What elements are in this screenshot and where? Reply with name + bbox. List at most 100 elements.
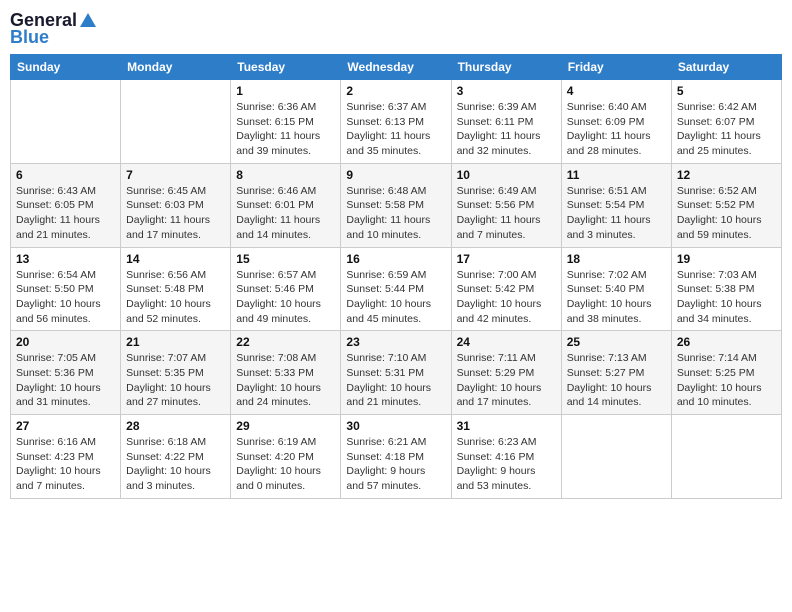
daylight-hours: Daylight: 10 hours and 24 minutes. xyxy=(236,382,321,409)
day-header-wednesday: Wednesday xyxy=(341,55,451,80)
day-info: Sunrise: 7:08 AMSunset: 5:33 PMDaylight:… xyxy=(236,351,335,410)
daylight-hours: Daylight: 11 hours and 35 minutes. xyxy=(346,130,430,157)
day-number: 16 xyxy=(346,252,445,266)
day-info: Sunrise: 7:03 AMSunset: 5:38 PMDaylight:… xyxy=(677,268,776,327)
calendar-cell: 7Sunrise: 6:45 AMSunset: 6:03 PMDaylight… xyxy=(121,163,231,247)
day-number: 5 xyxy=(677,84,776,98)
day-info: Sunrise: 6:40 AMSunset: 6:09 PMDaylight:… xyxy=(567,100,666,159)
day-info: Sunrise: 6:39 AMSunset: 6:11 PMDaylight:… xyxy=(457,100,556,159)
daylight-hours: Daylight: 11 hours and 7 minutes. xyxy=(457,214,541,241)
day-info: Sunrise: 6:46 AMSunset: 6:01 PMDaylight:… xyxy=(236,184,335,243)
daylight-hours: Daylight: 11 hours and 25 minutes. xyxy=(677,130,761,157)
calendar-cell: 22 Sunrise: 7:08 AMSunset: 5:33 PMDayligh… xyxy=(231,331,341,415)
calendar-cell: 2 Sunrise: 6:37 AMSunset: 6:13 PMDaylight… xyxy=(341,80,451,164)
day-number: 1 xyxy=(236,84,335,98)
day-info: Sunrise: 6:48 AMSunset: 5:58 PMDaylight:… xyxy=(346,184,445,243)
day-number: 15 xyxy=(236,252,335,266)
day-info: Sunrise: 6:57 AMSunset: 5:46 PMDaylight:… xyxy=(236,268,335,327)
calendar-cell: 24 Sunrise: 7:11 AMSunset: 5:29 PMDayligh… xyxy=(451,331,561,415)
day-info: Sunrise: 6:45 AMSunset: 6:03 PMDaylight:… xyxy=(126,184,225,243)
calendar-cell: 28Sunrise: 6:18 AMSunset: 4:22 PMDayligh… xyxy=(121,415,231,499)
day-number: 19 xyxy=(677,252,776,266)
day-number: 26 xyxy=(677,335,776,349)
calendar-cell xyxy=(121,80,231,164)
day-info: Sunrise: 6:37 AMSunset: 6:13 PMDaylight:… xyxy=(346,100,445,159)
day-number: 10 xyxy=(457,168,556,182)
day-number: 13 xyxy=(16,252,115,266)
day-number: 8 xyxy=(236,168,335,182)
day-number: 12 xyxy=(677,168,776,182)
calendar-cell: 6 Sunrise: 6:43 AMSunset: 6:05 PMDaylight… xyxy=(11,163,121,247)
day-info: Sunrise: 6:18 AMSunset: 4:22 PMDaylight:… xyxy=(126,435,225,494)
calendar-cell: 4 Sunrise: 6:40 AMSunset: 6:09 PMDaylight… xyxy=(561,80,671,164)
calendar-cell xyxy=(671,415,781,499)
daylight-hours: Daylight: 9 hours and 53 minutes. xyxy=(457,465,536,492)
day-number: 4 xyxy=(567,84,666,98)
day-number: 6 xyxy=(16,168,115,182)
daylight-hours: Daylight: 10 hours and 59 minutes. xyxy=(677,214,762,241)
daylight-hours: Daylight: 11 hours and 39 minutes. xyxy=(236,130,320,157)
day-info: Sunrise: 7:07 AMSunset: 5:35 PMDaylight:… xyxy=(126,351,225,410)
day-number: 23 xyxy=(346,335,445,349)
calendar-cell: 12Sunrise: 6:52 AMSunset: 5:52 PMDayligh… xyxy=(671,163,781,247)
day-header-friday: Friday xyxy=(561,55,671,80)
day-number: 2 xyxy=(346,84,445,98)
daylight-hours: Daylight: 10 hours and 42 minutes. xyxy=(457,298,542,325)
calendar-table: SundayMondayTuesdayWednesdayThursdayFrid… xyxy=(10,54,782,499)
day-info: Sunrise: 6:36 AMSunset: 6:15 PMDaylight:… xyxy=(236,100,335,159)
day-number: 22 xyxy=(236,335,335,349)
calendar-cell: 11Sunrise: 6:51 AMSunset: 5:54 PMDayligh… xyxy=(561,163,671,247)
day-info: Sunrise: 6:51 AMSunset: 5:54 PMDaylight:… xyxy=(567,184,666,243)
calendar-cell xyxy=(561,415,671,499)
daylight-hours: Daylight: 11 hours and 32 minutes. xyxy=(457,130,541,157)
day-number: 24 xyxy=(457,335,556,349)
day-info: Sunrise: 6:49 AMSunset: 5:56 PMDaylight:… xyxy=(457,184,556,243)
day-info: Sunrise: 6:23 AMSunset: 4:16 PMDaylight:… xyxy=(457,435,556,494)
daylight-hours: Daylight: 11 hours and 21 minutes. xyxy=(16,214,100,241)
day-info: Sunrise: 7:11 AMSunset: 5:29 PMDaylight:… xyxy=(457,351,556,410)
daylight-hours: Daylight: 11 hours and 28 minutes. xyxy=(567,130,651,157)
calendar-week-row: 13Sunrise: 6:54 AMSunset: 5:50 PMDayligh… xyxy=(11,247,782,331)
calendar-cell: 5Sunrise: 6:42 AMSunset: 6:07 PMDaylight… xyxy=(671,80,781,164)
daylight-hours: Daylight: 10 hours and 38 minutes. xyxy=(567,298,652,325)
calendar-cell: 25 Sunrise: 7:13 AMSunset: 5:27 PMDayligh… xyxy=(561,331,671,415)
logo: General Blue xyxy=(10,10,99,48)
day-number: 3 xyxy=(457,84,556,98)
day-number: 25 xyxy=(567,335,666,349)
day-header-thursday: Thursday xyxy=(451,55,561,80)
calendar-cell: 8 Sunrise: 6:46 AMSunset: 6:01 PMDaylight… xyxy=(231,163,341,247)
daylight-hours: Daylight: 11 hours and 14 minutes. xyxy=(236,214,320,241)
day-number: 20 xyxy=(16,335,115,349)
day-info: Sunrise: 6:43 AMSunset: 6:05 PMDaylight:… xyxy=(16,184,115,243)
daylight-hours: Daylight: 10 hours and 14 minutes. xyxy=(567,382,652,409)
daylight-hours: Daylight: 10 hours and 0 minutes. xyxy=(236,465,321,492)
calendar-week-row: 20 Sunrise: 7:05 AMSunset: 5:36 PMDayligh… xyxy=(11,331,782,415)
day-info: Sunrise: 7:00 AMSunset: 5:42 PMDaylight:… xyxy=(457,268,556,327)
day-number: 18 xyxy=(567,252,666,266)
day-header-monday: Monday xyxy=(121,55,231,80)
daylight-hours: Daylight: 10 hours and 56 minutes. xyxy=(16,298,101,325)
day-info: Sunrise: 6:59 AMSunset: 5:44 PMDaylight:… xyxy=(346,268,445,327)
daylight-hours: Daylight: 11 hours and 17 minutes. xyxy=(126,214,210,241)
day-info: Sunrise: 7:13 AMSunset: 5:27 PMDaylight:… xyxy=(567,351,666,410)
calendar-cell: 17Sunrise: 7:00 AMSunset: 5:42 PMDayligh… xyxy=(451,247,561,331)
calendar-cell: 13Sunrise: 6:54 AMSunset: 5:50 PMDayligh… xyxy=(11,247,121,331)
day-number: 29 xyxy=(236,419,335,433)
calendar-cell: 19 Sunrise: 7:03 AMSunset: 5:38 PMDayligh… xyxy=(671,247,781,331)
daylight-hours: Daylight: 11 hours and 10 minutes. xyxy=(346,214,430,241)
day-info: Sunrise: 7:05 AMSunset: 5:36 PMDaylight:… xyxy=(16,351,115,410)
day-info: Sunrise: 6:21 AMSunset: 4:18 PMDaylight:… xyxy=(346,435,445,494)
calendar-cell: 9Sunrise: 6:48 AMSunset: 5:58 PMDaylight… xyxy=(341,163,451,247)
page-header: General Blue xyxy=(10,10,782,48)
day-number: 21 xyxy=(126,335,225,349)
day-header-sunday: Sunday xyxy=(11,55,121,80)
daylight-hours: Daylight: 10 hours and 52 minutes. xyxy=(126,298,211,325)
daylight-hours: Daylight: 11 hours and 3 minutes. xyxy=(567,214,651,241)
calendar-cell: 26Sunrise: 7:14 AMSunset: 5:25 PMDayligh… xyxy=(671,331,781,415)
calendar-week-row: 1 Sunrise: 6:36 AMSunset: 6:15 PMDaylight… xyxy=(11,80,782,164)
day-header-tuesday: Tuesday xyxy=(231,55,341,80)
calendar-cell: 16 Sunrise: 6:59 AMSunset: 5:44 PMDayligh… xyxy=(341,247,451,331)
daylight-hours: Daylight: 10 hours and 49 minutes. xyxy=(236,298,321,325)
daylight-hours: Daylight: 10 hours and 27 minutes. xyxy=(126,382,211,409)
day-number: 31 xyxy=(457,419,556,433)
